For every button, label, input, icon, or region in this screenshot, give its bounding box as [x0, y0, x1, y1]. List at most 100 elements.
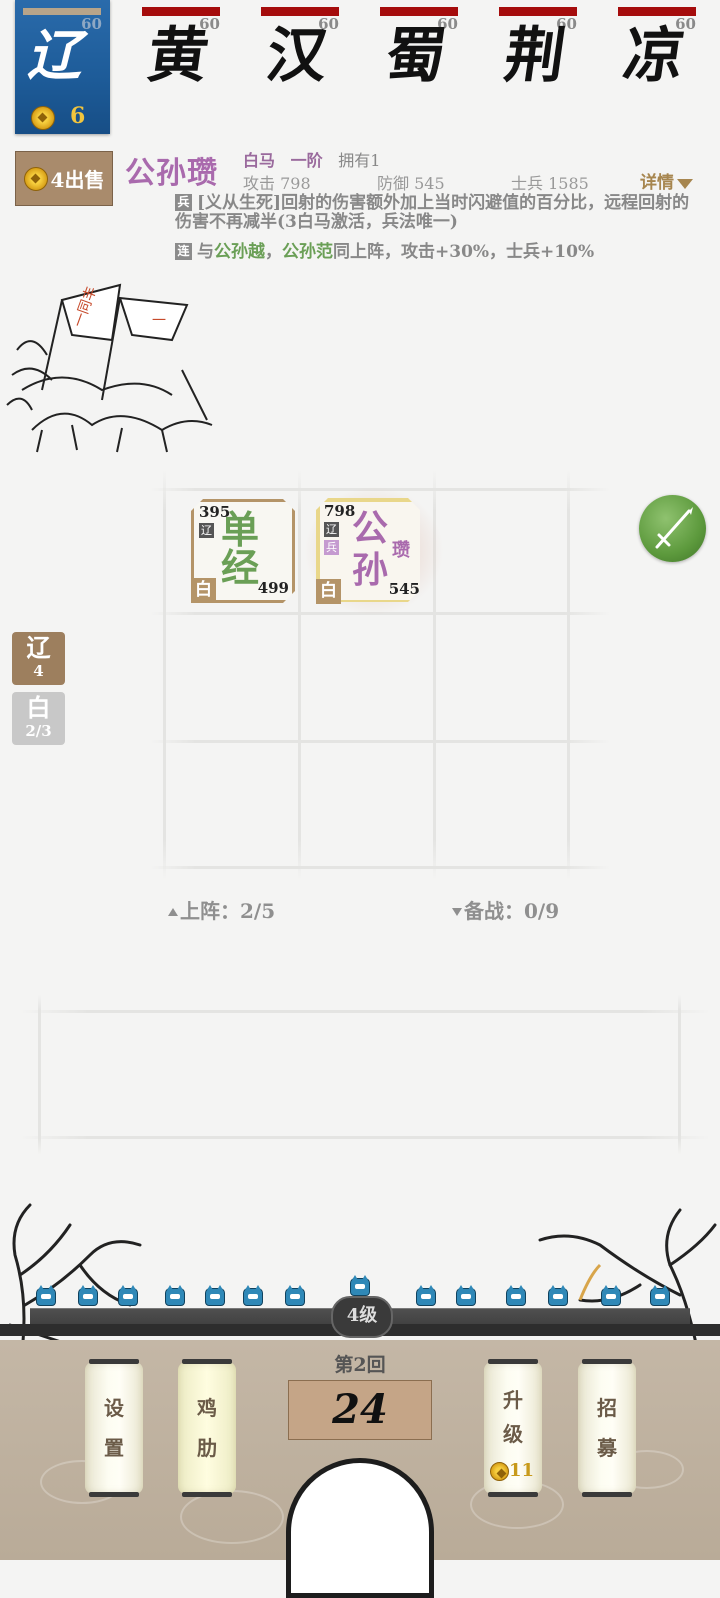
synergy-count: 2/3	[25, 722, 52, 740]
synergy-name: 辽	[26, 633, 51, 662]
enemy-name: 凉	[619, 21, 689, 91]
hero-meta: 白马 一阶 拥有1	[243, 147, 390, 171]
grid-line	[298, 470, 301, 880]
hero-defense: 防御 545	[377, 174, 445, 193]
upgrade-button[interactable]: 升 级 11	[484, 1359, 542, 1497]
upgrade-cost-value: 11	[509, 1460, 535, 1481]
cat-token-icon	[456, 1285, 476, 1306]
cavalry-art: 一同丰 一	[6, 283, 213, 453]
unit-card-shanjing[interactable]: 395 辽 单经 499 白	[191, 499, 295, 603]
round-label: 第2回	[334, 1354, 386, 1376]
cat-token-icon	[285, 1285, 305, 1306]
cat-token-icon	[78, 1285, 98, 1306]
skill-text: [义从生死]回射的伤害额外加上当时闪避值的百分比，远程回射的伤害不再减半(3白马…	[175, 193, 690, 232]
round-timer: 24	[288, 1380, 432, 1440]
settings-label-2: 置	[104, 1436, 124, 1460]
reserve-count: 备战：0/9	[452, 895, 559, 924]
chicken-rib-button[interactable]: 鸡 肋	[178, 1359, 236, 1497]
bench-line	[20, 1136, 710, 1139]
grid-line	[567, 470, 570, 880]
hero-rank: 一阶	[290, 151, 323, 170]
player-progress-bar	[23, 8, 101, 15]
recruit-label-1: 招	[597, 1396, 617, 1420]
enemy-faction-1[interactable]: 60 黄	[142, 0, 222, 110]
unit-char-1: 公	[352, 507, 389, 549]
coin-icon	[23, 166, 48, 191]
reserve-count-text: 备战：0/9	[464, 899, 560, 923]
hero-owned: 拥有1	[338, 151, 381, 170]
sell-label: 4出售	[50, 168, 105, 192]
troop-synergy-tag[interactable]: 白 2/3	[12, 692, 65, 745]
hero-troop: 白马	[243, 151, 276, 170]
player-gold: 6	[70, 103, 86, 129]
combo-hero-2: 公孙范	[282, 242, 333, 262]
hero-name: 公孙瓒	[125, 156, 218, 191]
cat-token-icon	[350, 1275, 370, 1296]
hero-skill: 兵 [义从生死]回射的伤害额外加上当时闪避值的百分比，远程回射的伤害不再减半(3白…	[175, 194, 695, 232]
wall-pattern	[180, 1490, 284, 1544]
unit-char-3: 瓒	[392, 540, 410, 561]
unit-troop-tag: 兵	[324, 540, 339, 555]
hero-attack: 攻击 798	[243, 174, 311, 193]
unit-grade: 白	[316, 579, 341, 604]
cat-token-icon	[243, 1285, 263, 1306]
recruit-label-2: 募	[597, 1436, 617, 1460]
chicken-label-1: 鸡	[197, 1396, 217, 1420]
city-gate	[286, 1458, 434, 1598]
cat-token-icon	[650, 1285, 670, 1306]
faction-synergy-tag[interactable]: 辽 4	[12, 632, 65, 685]
player-faction-card[interactable]: 60 辽 6	[15, 0, 110, 134]
cat-token-icon	[506, 1285, 526, 1306]
combo-sep: ，	[265, 242, 282, 262]
cat-token-icon	[205, 1285, 225, 1306]
enemy-faction-5[interactable]: 60 凉	[618, 0, 698, 110]
unit-name: 单经	[221, 507, 260, 590]
sword-icon	[655, 507, 693, 549]
sell-button[interactable]: 4出售	[15, 151, 113, 206]
upgrade-cost: 11	[490, 1460, 534, 1481]
cat-token-icon	[118, 1285, 138, 1306]
skill-tag: 兵	[175, 194, 192, 211]
grid-line	[150, 740, 610, 743]
cat-token-icon	[601, 1285, 621, 1306]
player-level: 4级	[331, 1296, 393, 1338]
upgrade-label-2: 级	[503, 1422, 523, 1446]
unit-char-2: 孙	[352, 549, 389, 591]
unit-faction-tag: 辽	[324, 522, 339, 537]
cat-token-icon	[36, 1285, 56, 1306]
settings-button[interactable]: 设 置	[85, 1359, 143, 1497]
combo-suffix: 同上阵，攻击+30%，士兵+10%	[333, 242, 595, 262]
combo-prefix: 与	[197, 242, 214, 262]
unit-defense: 545	[388, 580, 420, 598]
enemy-name: 蜀	[381, 21, 451, 91]
synergy-name: 白	[26, 693, 51, 722]
bench-line	[38, 995, 41, 1155]
hero-soldiers: 士兵 1585	[511, 174, 589, 193]
unit-attack: 798	[324, 502, 356, 520]
enemy-name: 汉	[262, 21, 332, 91]
settings-label-1: 设	[104, 1396, 124, 1420]
enemy-faction-2[interactable]: 60 汉	[261, 0, 341, 110]
chicken-label-2: 肋	[197, 1436, 217, 1460]
recruit-button[interactable]: 招 募	[578, 1359, 636, 1497]
bench-line	[20, 1010, 710, 1013]
hero-combo: 连与公孙越，公孙范同上阵，攻击+30%，士兵+10%	[175, 237, 695, 262]
coin-icon	[31, 106, 55, 130]
unit-faction-tag: 辽	[199, 523, 214, 538]
enemy-faction-3[interactable]: 60 蜀	[380, 0, 460, 110]
deploy-count-text: 上阵：2/5	[180, 899, 276, 923]
upgrade-label-1: 升	[503, 1388, 523, 1412]
cat-token-icon	[416, 1285, 436, 1306]
battle-button[interactable]	[639, 495, 706, 562]
grid-line	[163, 470, 166, 880]
cat-token-icon	[548, 1285, 568, 1306]
bench-line	[678, 995, 681, 1155]
enemy-name: 黄	[143, 21, 213, 91]
svg-text:一: 一	[152, 313, 166, 329]
coin-icon	[490, 1461, 509, 1481]
detail-toggle[interactable]: 详情	[640, 168, 693, 193]
unit-card-gongsunzan[interactable]: 798 辽 兵 公 孙 瓒 545 白	[316, 498, 426, 604]
enemy-name: 荆	[500, 21, 570, 91]
enemy-faction-4[interactable]: 60 荆	[499, 0, 579, 110]
unit-grade: 白	[191, 578, 216, 603]
